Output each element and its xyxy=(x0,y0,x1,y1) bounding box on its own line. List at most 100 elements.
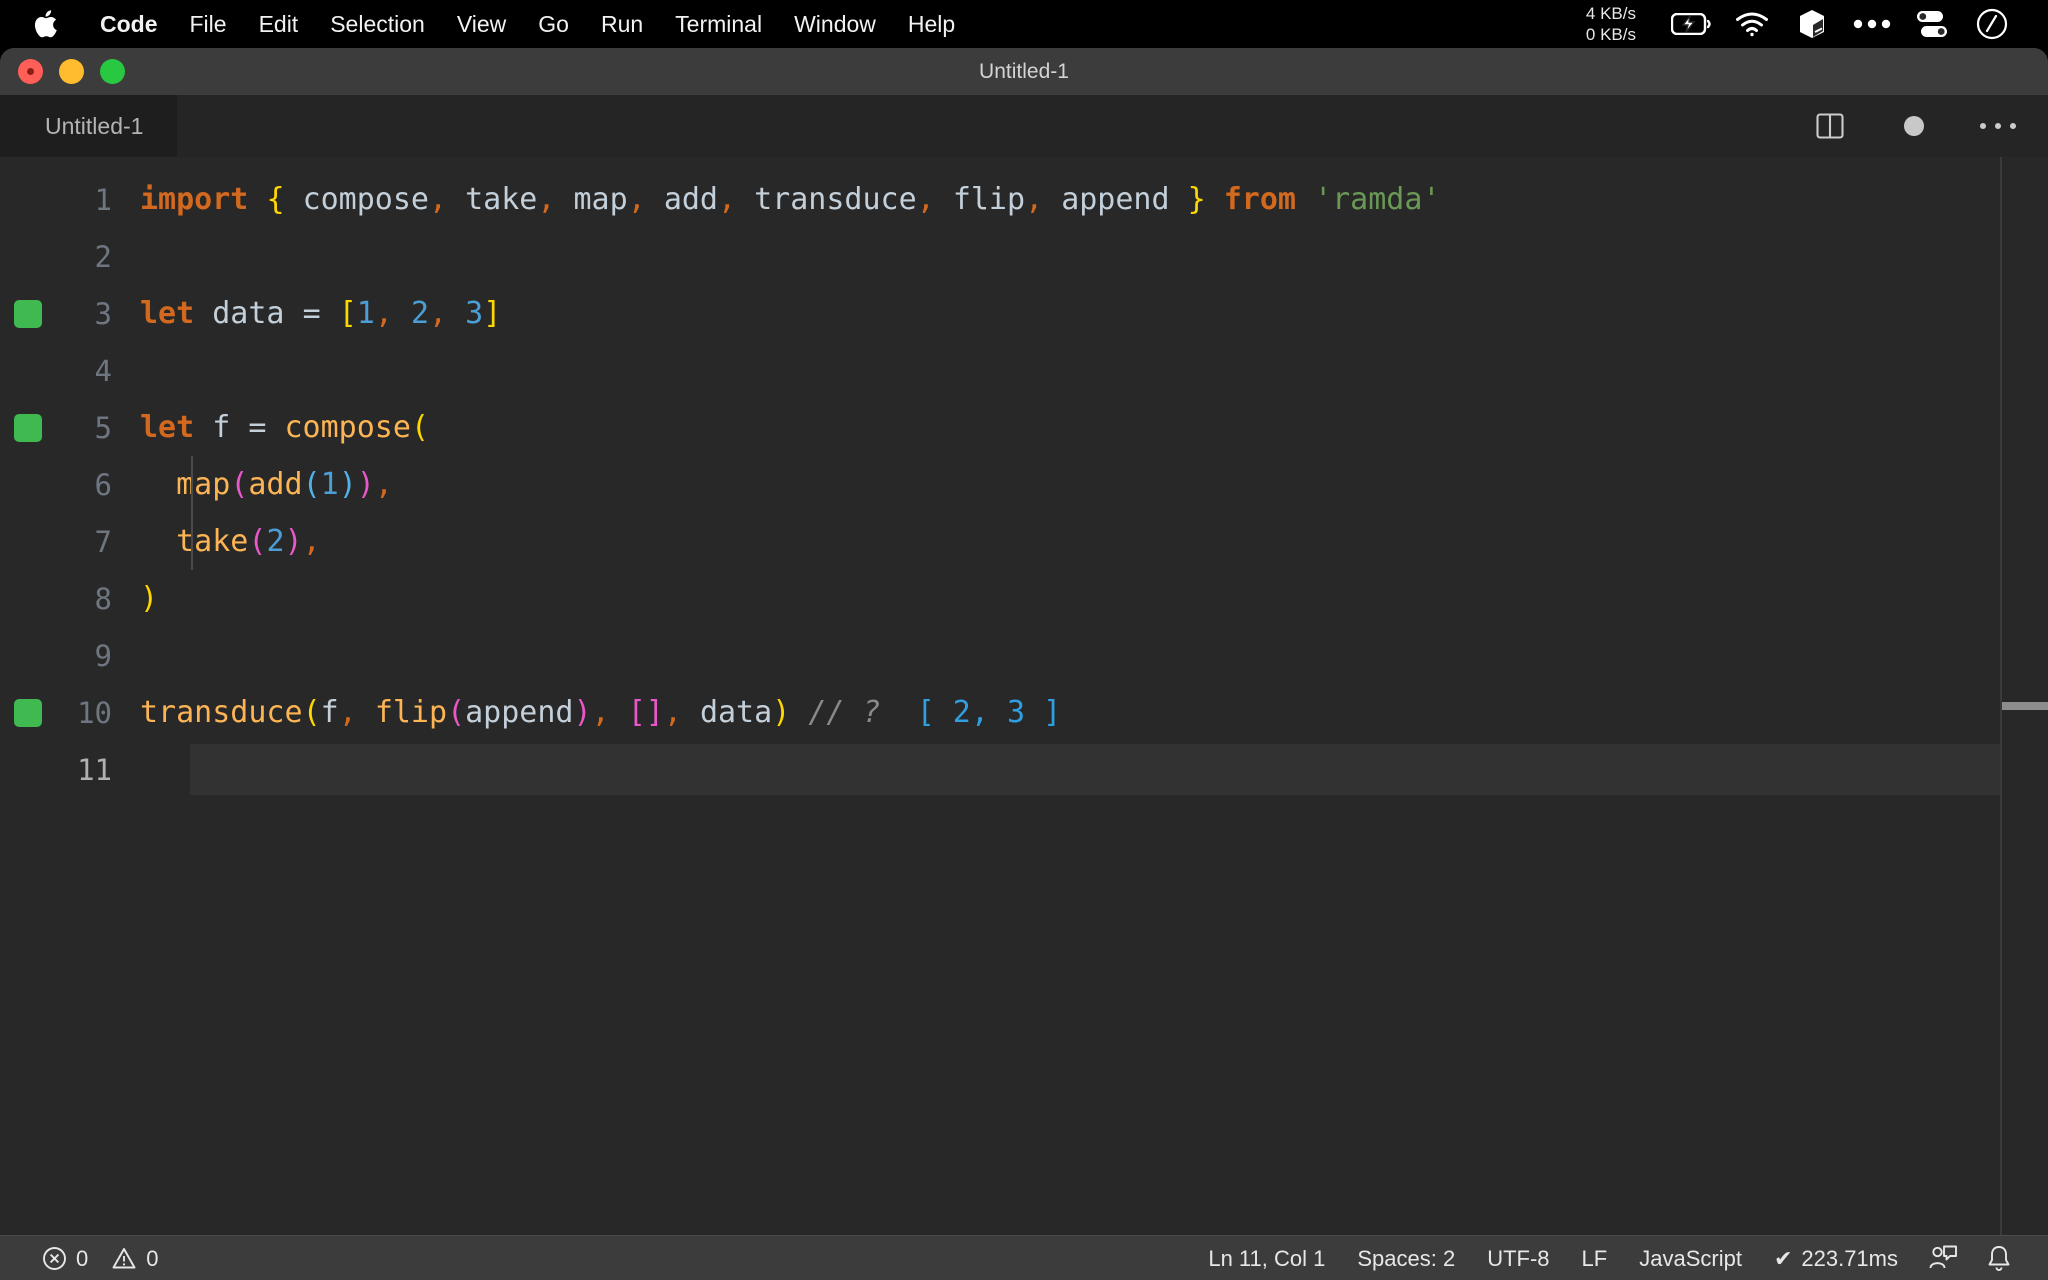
unsaved-dot-icon[interactable] xyxy=(1892,104,1936,148)
code-token: append xyxy=(465,695,574,730)
minimize-button[interactable] xyxy=(59,59,84,84)
control-center-icon[interactable] xyxy=(1908,0,1956,48)
run-code-lens-marker[interactable] xyxy=(14,299,42,328)
overview-ruler-cursor-mark[interactable] xyxy=(2002,702,2048,710)
code-line-text: let data = [1, 2, 3] xyxy=(140,296,501,331)
wifi-icon[interactable] xyxy=(1728,0,1776,48)
code-token: let xyxy=(140,296,195,331)
code-line[interactable]: 5 let f = compose( xyxy=(0,399,2048,456)
code-token: , xyxy=(429,182,448,217)
notifications-bell-icon[interactable] xyxy=(1972,1244,2026,1272)
code-token: ) xyxy=(772,695,791,730)
code-token: , xyxy=(663,695,682,730)
line-number: 9 xyxy=(94,638,112,673)
code-editor[interactable]: 1 import { compose, take, map, add, trans… xyxy=(0,157,2048,1235)
menu-item-selection[interactable]: Selection xyxy=(314,0,441,48)
apple-logo-icon[interactable] xyxy=(28,9,62,39)
code-token: , xyxy=(718,182,737,217)
line-number: 8 xyxy=(94,581,112,616)
menu-item-view[interactable]: View xyxy=(441,0,522,48)
code-token: take xyxy=(465,182,538,217)
code-token: , xyxy=(429,296,448,331)
code-line[interactable]: 1 import { compose, take, map, add, trans… xyxy=(0,171,2048,228)
code-line[interactable]: 3 let data = [1, 2, 3] xyxy=(0,285,2048,342)
code-token: = xyxy=(248,410,267,445)
code-line[interactable]: 4 xyxy=(0,342,2048,399)
line-number: 2 xyxy=(94,239,112,274)
code-line[interactable]: 10 transduce(f, flip(append), [], data) /… xyxy=(0,684,2048,741)
menu-item-help[interactable]: Help xyxy=(892,0,971,48)
run-code-lens-marker[interactable] xyxy=(14,698,42,727)
menu-item-window[interactable]: Window xyxy=(778,0,892,48)
code-token: [ 2, 3 ] xyxy=(916,695,1062,730)
split-editor-icon[interactable] xyxy=(1808,104,1852,148)
menu-item-file[interactable]: File xyxy=(174,0,243,48)
status-bar: 0 0 Ln 11, Col 1 Spaces: 2 UTF-8 LF Java… xyxy=(0,1235,2048,1280)
maximize-button[interactable] xyxy=(100,59,125,84)
ellipsis-icon[interactable] xyxy=(1848,0,1896,48)
code-token: , xyxy=(627,182,646,217)
code-token: ( xyxy=(302,467,321,502)
network-speed-indicator[interactable]: 4 KB/s 0 KB/s xyxy=(1586,3,1636,45)
eol-status[interactable]: LF xyxy=(1566,1236,1624,1280)
code-line[interactable]: 2 xyxy=(0,228,2048,285)
encoding-status[interactable]: UTF-8 xyxy=(1471,1236,1565,1280)
code-line[interactable]: 6 map(add(1)), xyxy=(0,456,2048,513)
code-line[interactable]: 9 xyxy=(0,627,2048,684)
tab-untitled-1[interactable]: Untitled-1 xyxy=(0,95,178,157)
indentation-status[interactable]: Spaces: 2 xyxy=(1341,1236,1471,1280)
code-token: add xyxy=(248,467,303,502)
battery-charging-icon[interactable] xyxy=(1668,0,1716,48)
code-token: = xyxy=(302,296,321,331)
code-token: append xyxy=(1061,182,1170,217)
menu-item-go[interactable]: Go xyxy=(522,0,585,48)
code-token: take xyxy=(176,524,249,559)
code-token: , xyxy=(916,182,935,217)
cube-icon[interactable] xyxy=(1788,0,1836,48)
code-token: , xyxy=(374,467,393,502)
code-token: ( xyxy=(410,410,429,445)
more-actions-icon[interactable] xyxy=(1976,104,2020,148)
code-line[interactable]: 8) xyxy=(0,570,2048,627)
siri-clock-icon[interactable] xyxy=(1968,0,2016,48)
problems-status[interactable]: 0 0 xyxy=(26,1236,175,1280)
code-line[interactable]: 11 xyxy=(0,741,2048,798)
code-token: ) xyxy=(338,467,357,502)
tab-label: Untitled-1 xyxy=(45,112,144,139)
code-token: compose xyxy=(302,182,429,217)
line-number: 4 xyxy=(94,353,112,388)
menu-item-edit[interactable]: Edit xyxy=(243,0,315,48)
feedback-person-icon[interactable] xyxy=(1914,1244,1972,1272)
code-line-text: ) xyxy=(140,581,158,616)
menu-item-run[interactable]: Run xyxy=(585,0,659,48)
window-title: Untitled-1 xyxy=(979,60,1069,83)
code-line-text: take(2), xyxy=(140,524,321,559)
code-line[interactable]: 7 take(2), xyxy=(0,513,2048,570)
code-token: data xyxy=(212,296,285,331)
code-token: ( xyxy=(302,695,321,730)
code-token: f xyxy=(320,695,339,730)
menu-item-terminal[interactable]: Terminal xyxy=(659,0,778,48)
code-token: from xyxy=(1223,182,1296,217)
check-icon: ✔ xyxy=(1773,1245,1793,1271)
indent-guide xyxy=(191,456,193,570)
cursor-position-status[interactable]: Ln 11, Col 1 xyxy=(1192,1236,1341,1280)
code-token: [ xyxy=(627,695,646,730)
code-token: ] xyxy=(645,695,664,730)
network-download-speed: 4 KB/s xyxy=(1585,4,1636,23)
editor-scrollbar-divider xyxy=(2000,157,2002,1235)
menu-item-code[interactable]: Code xyxy=(84,0,174,48)
language-mode-status[interactable]: JavaScript xyxy=(1623,1236,1758,1280)
run-code-lens-marker[interactable] xyxy=(14,413,42,442)
error-count: 0 xyxy=(76,1245,89,1271)
run-time-status[interactable]: ✔ 223.71ms xyxy=(1758,1236,1914,1280)
close-button[interactable] xyxy=(18,59,43,84)
traffic-light-buttons xyxy=(0,59,125,84)
